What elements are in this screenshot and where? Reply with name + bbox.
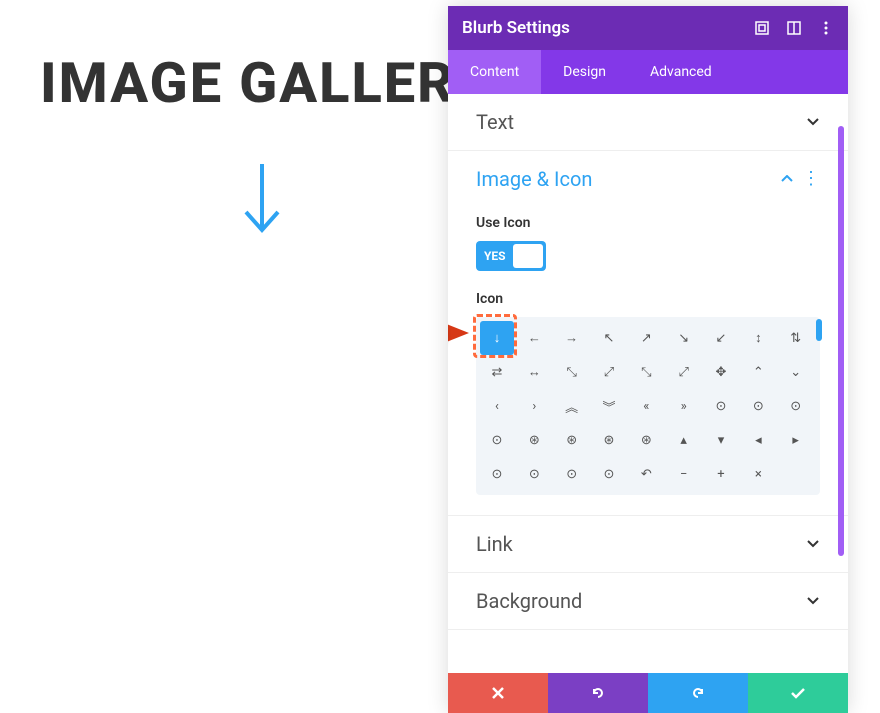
panel-header: Blurb Settings: [448, 6, 848, 50]
icon-arrow-up-left[interactable]: ↖: [592, 321, 626, 355]
chevron-down-icon: [806, 594, 820, 608]
icon-minus[interactable]: −: [667, 457, 701, 491]
icon-circle-left[interactable]: ⊙: [779, 389, 813, 423]
icon-circle-double-left[interactable]: ⊛: [592, 423, 626, 457]
icon-circle-double-right[interactable]: ⊛: [629, 423, 663, 457]
section-link[interactable]: Link: [448, 516, 848, 572]
icon-double-down[interactable]: ︾: [592, 389, 626, 423]
icon-circle-tri-down[interactable]: ⊙: [517, 457, 551, 491]
undo-button[interactable]: [548, 673, 648, 713]
icon-arrow-down-right[interactable]: ↘: [667, 321, 701, 355]
icon-plus[interactable]: +: [704, 457, 738, 491]
section-image-icon-title: Image & Icon: [476, 167, 780, 191]
icon-swap[interactable]: ⇄: [480, 355, 514, 389]
icon-arrow-up-down-alt[interactable]: ⇅: [779, 321, 813, 355]
icon-chevron-left[interactable]: ‹: [480, 389, 514, 423]
icon-triangle-down[interactable]: ▾: [704, 423, 738, 457]
chevron-up-icon: [780, 172, 794, 186]
tab-design[interactable]: Design: [541, 50, 628, 94]
icon-arrow-down-left[interactable]: ↙: [704, 321, 738, 355]
icon-label: Icon: [476, 291, 820, 307]
icon-picker: ↓ ← → ↖ ↗ ↘ ↙ ↕ ⇅ ⇄ ↔ ⤡ ⤢ ⤡ ⤢: [476, 317, 820, 495]
toggle-knob: [513, 244, 543, 268]
icon-arrow-up-down[interactable]: ↕: [741, 321, 775, 355]
icon-expand[interactable]: ⤢: [592, 355, 626, 389]
toggle-yes-label: YES: [476, 249, 506, 263]
section-background-title: Background: [476, 589, 806, 613]
icon-arrow-down[interactable]: ↓: [480, 321, 514, 355]
icon-cross-arrows[interactable]: ⤡: [555, 355, 589, 389]
section-options-icon[interactable]: ⋮: [802, 170, 820, 188]
icon-grid-scrollbar[interactable]: [816, 319, 822, 341]
icon-double-up[interactable]: ︽: [555, 389, 589, 423]
icon-chevron-down[interactable]: ⌄: [779, 355, 813, 389]
chevron-down-icon: [806, 115, 820, 129]
icon-chevron-up[interactable]: ⌃: [741, 355, 775, 389]
icon-left-right[interactable]: ↔: [517, 355, 551, 389]
icon-circle-tri-up[interactable]: ⊙: [480, 457, 514, 491]
scrollbar[interactable]: [838, 126, 844, 556]
icon-expand-alt[interactable]: ⤢: [667, 355, 701, 389]
callout-marker: 1: [448, 312, 469, 354]
save-button[interactable]: [748, 673, 848, 713]
icon-arrow-up-right[interactable]: ↗: [629, 321, 663, 355]
section-link-title: Link: [476, 532, 806, 556]
use-icon-label: Use Icon: [476, 215, 820, 231]
icon-circle-down[interactable]: ⊙: [741, 389, 775, 423]
panel-title: Blurb Settings: [462, 18, 754, 38]
tabs: Content Design Advanced: [448, 50, 848, 94]
settings-panel: Blurb Settings Content Design Advanced T…: [448, 6, 848, 713]
redo-button[interactable]: [648, 673, 748, 713]
expand-icon[interactable]: [754, 20, 770, 36]
icon-circle-right[interactable]: ⊙: [480, 423, 514, 457]
icon-triangle-left[interactable]: ◂: [741, 423, 775, 457]
cancel-button[interactable]: [448, 673, 548, 713]
icon-triangle-right[interactable]: ▸: [779, 423, 813, 457]
icon-double-right[interactable]: »: [667, 389, 701, 423]
icon-triangle-up[interactable]: ▴: [667, 423, 701, 457]
icon-circle-double-up[interactable]: ⊛: [517, 423, 551, 457]
section-text-title: Text: [476, 110, 806, 134]
icon-circle-tri-right[interactable]: ⊙: [592, 457, 626, 491]
icon-move[interactable]: ✥: [704, 355, 738, 389]
chevron-down-icon: [806, 537, 820, 551]
arrow-down-preview: [240, 160, 284, 240]
tab-content[interactable]: Content: [448, 50, 541, 94]
icon-double-left[interactable]: «: [629, 389, 663, 423]
icon-chevron-right[interactable]: ›: [517, 389, 551, 423]
use-icon-toggle[interactable]: YES: [476, 241, 546, 271]
panel-body: Text Image & Icon ⋮ Use Icon YES Icon 1: [448, 94, 848, 673]
icon-arrow-left[interactable]: ←: [517, 321, 551, 355]
icon-arrow-right[interactable]: →: [555, 321, 589, 355]
section-background[interactable]: Background: [448, 573, 848, 629]
icon-circle-double-down[interactable]: ⊛: [555, 423, 589, 457]
icon-undo[interactable]: ↶: [629, 457, 663, 491]
section-image-icon[interactable]: Image & Icon ⋮: [448, 151, 848, 207]
icon-close[interactable]: ×: [741, 457, 775, 491]
tab-advanced[interactable]: Advanced: [628, 50, 734, 94]
panel-footer: [448, 673, 848, 713]
icon-collapse[interactable]: ⤡: [629, 355, 663, 389]
section-text[interactable]: Text: [448, 94, 848, 150]
page-title: IMAGE GALLERY: [40, 50, 491, 116]
columns-icon[interactable]: [786, 20, 802, 36]
icon-circle-tri-left[interactable]: ⊙: [555, 457, 589, 491]
icon-circle-up[interactable]: ⊙: [704, 389, 738, 423]
more-icon[interactable]: [818, 20, 834, 36]
